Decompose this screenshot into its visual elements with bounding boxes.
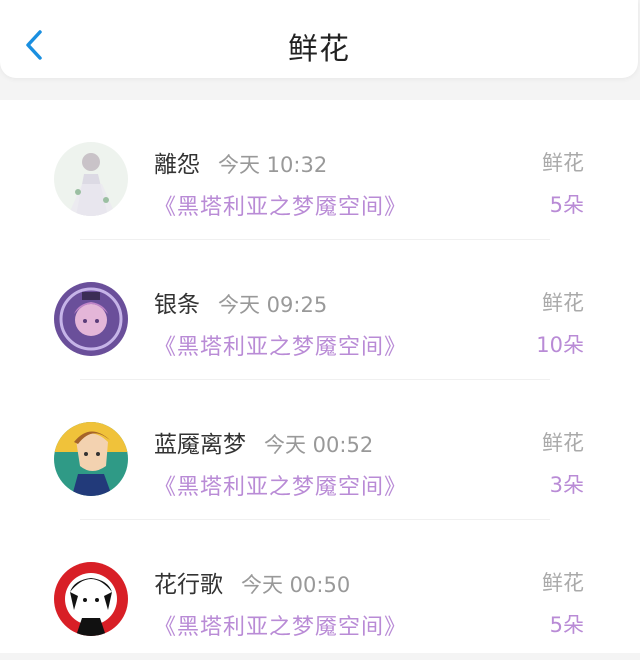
gift-count: 5朵: [549, 193, 584, 217]
avatar[interactable]: [54, 142, 128, 216]
gift-type: 鲜花: [542, 291, 584, 315]
gift-type: 鲜花: [542, 151, 584, 175]
send-time: 今天 00:50: [241, 573, 351, 597]
sender-name: 離怨 今天 10:32: [154, 152, 328, 178]
gift-count: 5朵: [549, 613, 584, 637]
book-title[interactable]: 《黑塔利亚之梦魇空间》: [154, 189, 407, 221]
gift-count: 10朵: [536, 333, 584, 357]
gift-type: 鲜花: [542, 431, 584, 455]
gift-count: 3朵: [549, 473, 584, 497]
sender-name: 花行歌 今天 00:50: [154, 572, 351, 598]
page-title: 鲜花: [288, 32, 350, 67]
send-time: 今天 00:52: [264, 433, 374, 457]
flower-record-list: 離怨 今天 10:32 《黑塔利亚之梦魇空间》 鲜花 5朵 银条 今天 09:25 …: [0, 100, 640, 653]
avatar[interactable]: [54, 562, 128, 636]
send-time: 今天 09:25: [218, 293, 328, 317]
sender-name: 银条 今天 09:25: [154, 292, 328, 318]
top-bar: 鲜花: [0, 0, 638, 78]
avatar[interactable]: [54, 282, 128, 356]
list-item[interactable]: 银条 今天 09:25 《黑塔利亚之梦魇空间》 鲜花 10朵: [0, 240, 640, 380]
gift-type: 鲜花: [542, 571, 584, 595]
list-item[interactable]: 花行歌 今天 00:50 《黑塔利亚之梦魇空间》 鲜花 5朵: [0, 520, 640, 660]
book-title[interactable]: 《黑塔利亚之梦魇空间》: [154, 469, 407, 501]
list-item[interactable]: 蓝魇离梦 今天 00:52 《黑塔利亚之梦魇空间》 鲜花 3朵: [0, 380, 640, 520]
avatar[interactable]: [54, 422, 128, 496]
send-time: 今天 10:32: [218, 153, 328, 177]
list-item[interactable]: 離怨 今天 10:32 《黑塔利亚之梦魇空间》 鲜花 5朵: [0, 100, 640, 240]
sender-name: 蓝魇离梦 今天 00:52: [154, 432, 374, 458]
book-title[interactable]: 《黑塔利亚之梦魇空间》: [154, 609, 407, 641]
book-title[interactable]: 《黑塔利亚之梦魇空间》: [154, 329, 407, 361]
